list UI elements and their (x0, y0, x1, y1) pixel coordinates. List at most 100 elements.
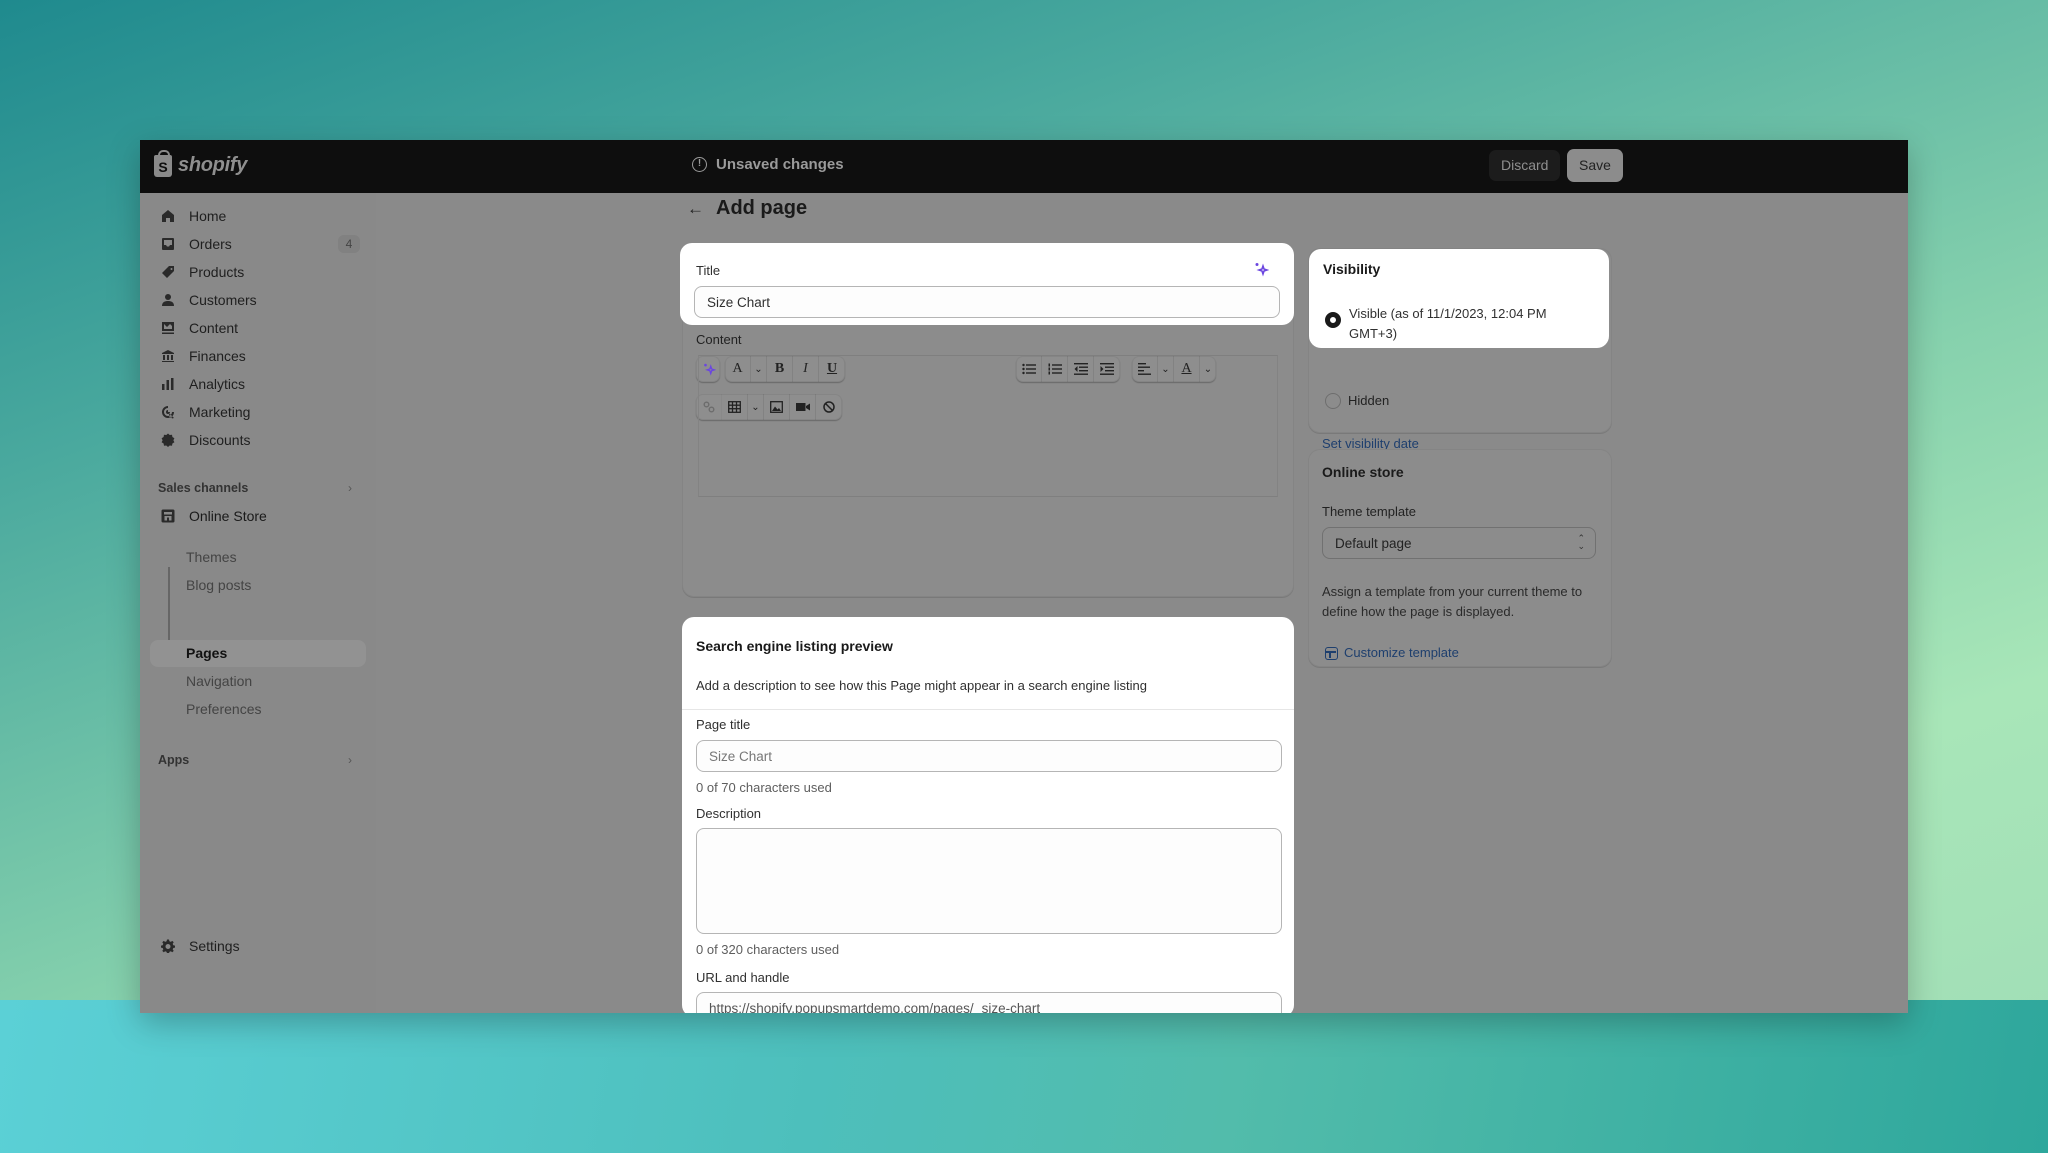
sidebar-item-analytics[interactable]: Analytics (150, 371, 364, 397)
alert-circle-icon: ! (692, 157, 707, 172)
sidebar-item-online-store[interactable]: Online Store (150, 503, 364, 529)
sidebar-item-content[interactable]: Content (150, 315, 364, 341)
save-button[interactable]: Save (1567, 149, 1623, 182)
page-title-char-count: 0 of 70 characters used (696, 780, 832, 795)
sidebar-item-marketing[interactable]: Marketing (150, 399, 364, 425)
theme-template-help: Assign a template from your current them… (1322, 584, 1583, 619)
magic-sparkle-icon[interactable] (1253, 261, 1270, 282)
inbox-icon (161, 237, 175, 251)
page-title-input[interactable]: Size Chart (696, 740, 1282, 772)
sidebar-item-settings[interactable]: Settings (150, 933, 364, 959)
shopify-logo[interactable]: S shopify (154, 149, 248, 177)
sidebar-item-label: Settings (189, 938, 240, 954)
unsaved-changes-text: Unsaved changes (716, 156, 844, 173)
sidebar-item-home[interactable]: Home (150, 203, 364, 229)
chevron-right-icon[interactable]: › (348, 753, 352, 767)
toolbar-group-insert: ⌄ (696, 394, 842, 420)
sidebar-subitem-blog-posts[interactable]: Blog posts (186, 577, 251, 593)
page-title-label: Page title (696, 717, 751, 732)
table-icon[interactable] (722, 394, 748, 420)
logo-text: shopify (178, 154, 248, 176)
chevron-down-icon[interactable]: ⌄ (748, 394, 764, 420)
toolbar-group-text-format: A ⌄ B I U (725, 356, 845, 382)
chevron-down-icon[interactable]: ⌄ (751, 356, 767, 382)
video-icon[interactable] (790, 394, 816, 420)
toolbar-group-align: ⌄ A ⌄ (1132, 356, 1216, 382)
bar-chart-icon (161, 377, 175, 391)
chevron-down-icon[interactable]: ⌄ (1200, 356, 1216, 382)
arrow-left-icon[interactable]: ← (687, 199, 704, 219)
title-label: Title (696, 263, 721, 278)
underline-button[interactable]: U (819, 356, 845, 382)
visibility-heading: Visibility (1323, 261, 1381, 277)
visibility-highlight: Visibility Visible (as of 11/1/2023, 12:… (1309, 249, 1609, 348)
hidden-option-label[interactable]: Hidden (1348, 393, 1389, 408)
seo-preview-card: Search engine listing preview Add a desc… (682, 617, 1294, 1013)
target-icon (161, 405, 175, 419)
font-button[interactable]: A (725, 356, 751, 382)
sidebar: Home Orders 4 Products Customers Content… (140, 193, 376, 1013)
bullet-list-icon[interactable] (1016, 356, 1042, 382)
text-color-button[interactable]: A (1174, 356, 1200, 382)
online-store-heading: Online store (1322, 464, 1404, 480)
orders-count-badge: 4 (338, 235, 360, 253)
link-icon[interactable] (696, 394, 722, 420)
discard-button[interactable]: Discard (1489, 150, 1561, 181)
chevron-right-icon[interactable]: › (348, 481, 352, 495)
image-icon (161, 321, 175, 335)
image-insert-icon[interactable] (764, 394, 790, 420)
customize-template-link[interactable]: Customize template (1344, 645, 1459, 660)
sidebar-subitem-themes[interactable]: Themes (186, 549, 237, 565)
sidebar-item-products[interactable]: Products (150, 259, 364, 285)
bold-button[interactable]: B (767, 356, 793, 382)
apps-label[interactable]: Apps (158, 753, 189, 767)
visible-option-label[interactable]: Visible (as of 11/1/2023, 12:04 PM GMT+3… (1349, 304, 1589, 344)
divider (682, 709, 1294, 710)
person-icon (161, 293, 175, 307)
title-input-value: Size Chart (707, 294, 771, 310)
sidebar-item-label: Products (189, 264, 245, 280)
indent-icon[interactable] (1094, 356, 1120, 382)
unsaved-changes-status: ! Unsaved changes (692, 156, 844, 173)
online-store-card: Online store Theme template Default page… (1308, 449, 1612, 667)
chevron-down-icon[interactable]: ⌄ (1158, 356, 1174, 382)
italic-button[interactable]: I (793, 356, 819, 382)
description-label: Description (696, 806, 762, 821)
gear-icon (161, 939, 175, 953)
url-handle-input[interactable]: https://shopify.popupsmartdemo.com/pages… (696, 992, 1282, 1013)
hidden-radio[interactable] (1325, 393, 1341, 409)
sidebar-item-label: Finances (189, 348, 246, 364)
select-chevron-icon: ⌃ ⌄ (1577, 533, 1585, 551)
store-icon (161, 509, 175, 523)
url-handle-label: URL and handle (696, 970, 790, 985)
numbered-list-icon[interactable] (1042, 356, 1068, 382)
title-field-section: Title Size Chart (680, 243, 1294, 325)
clear-formatting-icon[interactable] (816, 394, 842, 420)
sidebar-subitem-pages[interactable]: Pages (186, 645, 227, 661)
sidebar-subitem-preferences[interactable]: Preferences (186, 701, 261, 717)
sidebar-item-label: Content (189, 320, 239, 336)
sidebar-item-orders[interactable]: Orders 4 (150, 231, 364, 257)
sales-channels-label[interactable]: Sales channels (158, 481, 248, 495)
url-prefix: https://shopify.popupsmartdemo.com/pages… (709, 1000, 974, 1014)
sidebar-item-label: Home (189, 208, 227, 224)
toolbar-group-magic (696, 356, 720, 382)
sidebar-item-label: Orders (189, 236, 232, 252)
sidebar-item-discounts[interactable]: Discounts (150, 427, 364, 453)
sidebar-item-finances[interactable]: Finances (150, 343, 364, 369)
visible-radio[interactable] (1325, 312, 1341, 328)
description-textarea[interactable] (696, 828, 1282, 934)
url-handle-value: size-chart (981, 1000, 1041, 1014)
sidebar-item-customers[interactable]: Customers (150, 287, 364, 313)
align-left-icon[interactable] (1132, 356, 1158, 382)
page-title: Add page (716, 197, 808, 219)
title-input[interactable]: Size Chart (694, 286, 1280, 318)
description-char-count: 0 of 320 characters used (696, 942, 840, 957)
outdent-icon[interactable] (1068, 356, 1094, 382)
theme-template-select[interactable]: Default page ⌃ ⌄ (1322, 527, 1596, 559)
sidebar-item-label: Marketing (189, 404, 251, 420)
sidebar-subitem-navigation[interactable]: Navigation (186, 673, 252, 689)
toolbar-group-lists (1016, 356, 1120, 382)
sidebar-item-label: Analytics (189, 376, 246, 392)
magic-button[interactable] (696, 356, 722, 382)
